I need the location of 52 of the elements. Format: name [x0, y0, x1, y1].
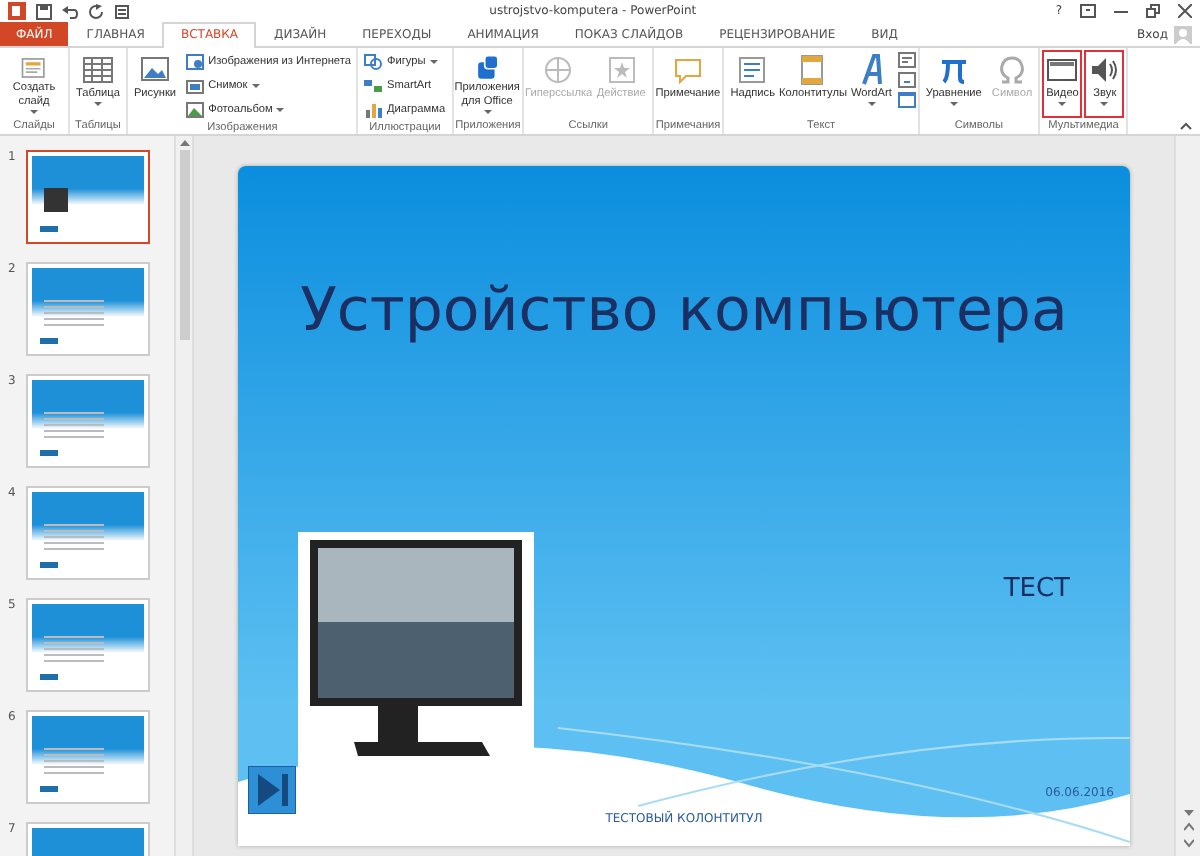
speaker-icon — [1088, 54, 1121, 86]
slide-title: Устройство компьютера — [298, 276, 1070, 346]
smartart-icon — [364, 77, 383, 93]
caret-icon — [251, 83, 260, 87]
ribbon-display-icon[interactable] — [1080, 4, 1096, 18]
slide-subtitle: ТЕСТ — [1003, 574, 1070, 604]
caret-icon — [1058, 102, 1067, 107]
caret-icon — [1100, 102, 1109, 107]
slide-thumbnail[interactable] — [26, 486, 150, 580]
header-footer-icon — [796, 54, 829, 86]
picture-icon — [139, 54, 171, 86]
undo-icon[interactable] — [62, 3, 78, 19]
date-time-icon[interactable] — [897, 52, 916, 68]
slide-thumbnail[interactable] — [26, 710, 150, 804]
caret-icon — [93, 102, 102, 107]
chart-icon — [364, 101, 383, 117]
redo-icon[interactable] — [88, 3, 104, 19]
comment-icon — [671, 54, 704, 86]
close-icon[interactable] — [1178, 4, 1192, 18]
caret-icon — [30, 110, 38, 114]
scroll-down-icon[interactable] — [1183, 810, 1193, 816]
slide-number-icon[interactable] — [897, 72, 916, 88]
collapse-ribbon-icon[interactable] — [1180, 122, 1192, 130]
customize-icon[interactable] — [114, 3, 130, 19]
photo-album-icon — [186, 101, 205, 117]
caret-icon — [949, 102, 958, 107]
caret-icon — [429, 59, 438, 63]
shapes-icon — [364, 53, 383, 69]
caret-icon — [867, 102, 876, 107]
video-icon — [1046, 54, 1079, 86]
caret-icon — [276, 107, 285, 111]
globe-icon — [542, 54, 575, 86]
scroll-up-icon[interactable] — [179, 140, 189, 146]
slide-thumbnail[interactable] — [26, 262, 150, 356]
caret-icon — [483, 110, 492, 114]
save-icon[interactable] — [36, 3, 52, 19]
object-icon[interactable] — [897, 92, 916, 108]
app-logo-icon — [8, 2, 26, 20]
pi-icon — [937, 54, 970, 86]
slide-thumbnail[interactable] — [26, 598, 150, 692]
slide-thumbnail[interactable] — [26, 150, 150, 244]
previous-slide-icon[interactable] — [1183, 822, 1193, 832]
slide-thumbnail[interactable] — [26, 374, 150, 468]
table-icon — [81, 54, 114, 86]
online-picture-icon — [186, 53, 205, 69]
screenshot-icon — [186, 77, 205, 93]
new-slide-icon — [18, 54, 50, 81]
scrollbar-thumb[interactable] — [179, 150, 189, 340]
text-box-icon — [736, 54, 769, 86]
restore-icon[interactable] — [1146, 4, 1160, 18]
omega-icon — [995, 54, 1028, 86]
next-slide-icon[interactable] — [248, 766, 296, 814]
